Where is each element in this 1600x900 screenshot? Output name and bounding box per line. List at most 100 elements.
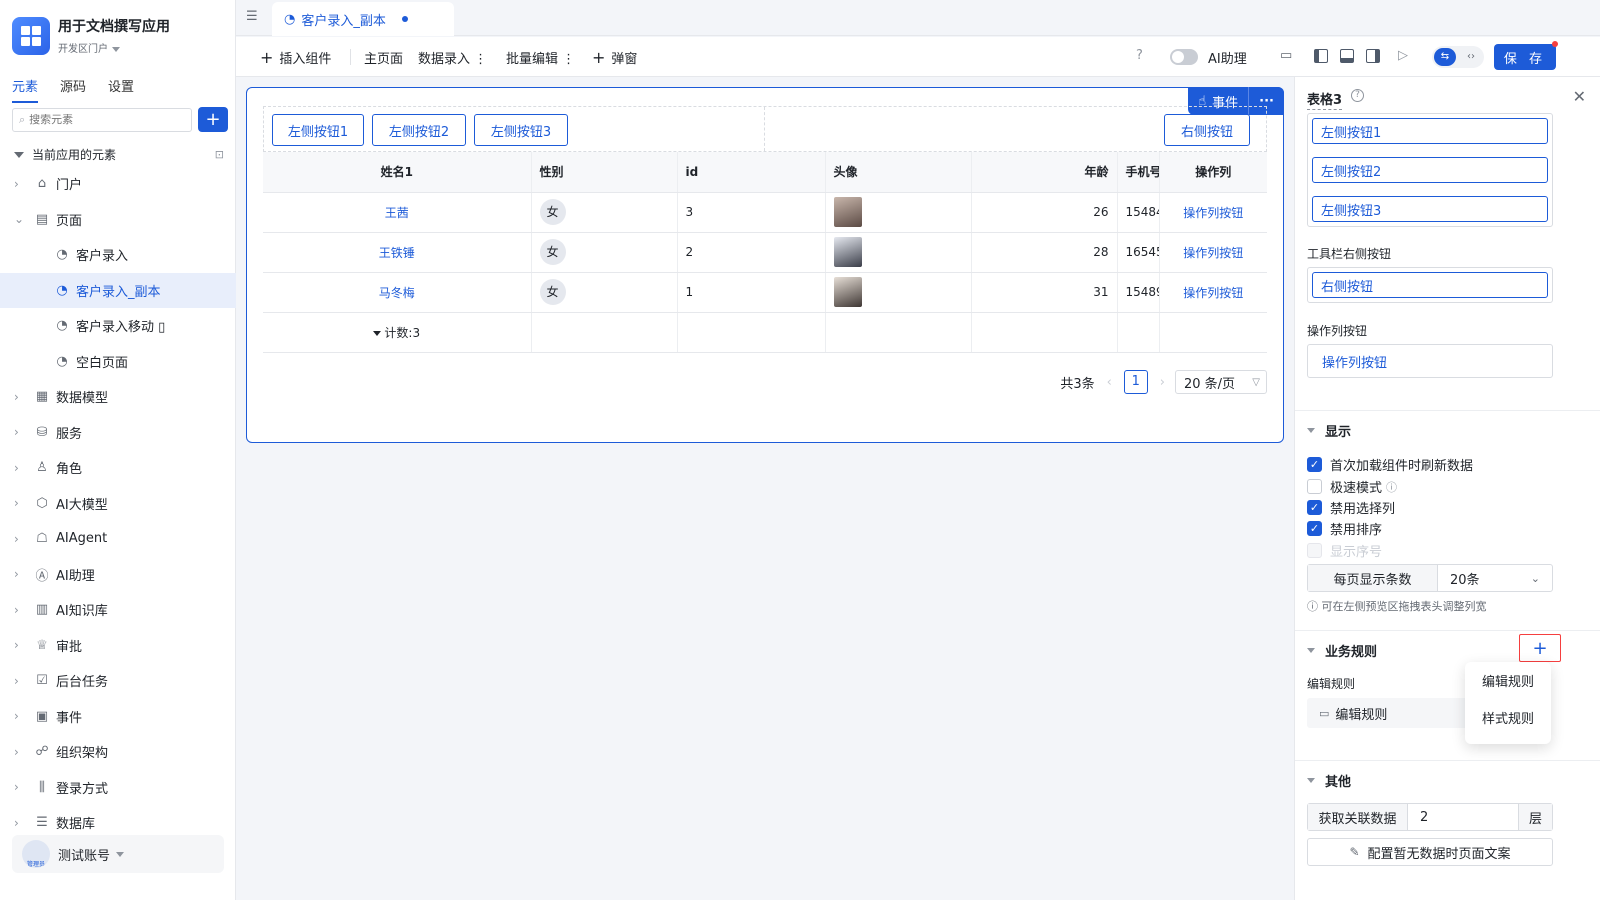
help-icon[interactable]: ? (1136, 48, 1143, 63)
user-menu[interactable]: 管理员 测试账号 (12, 835, 224, 873)
tab-customer-entry-copy[interactable]: ◔ 客户录入_副本 (272, 2, 454, 36)
menu-item-style-rule[interactable]: 样式规则 (1465, 699, 1551, 736)
mode-switch[interactable]: ⇆ ‹› (1432, 46, 1484, 68)
sidebar-item-blank-page[interactable]: ◔ 空白页面 (0, 344, 236, 380)
cell-name[interactable]: 王铁锤 (263, 232, 531, 273)
related-data-input[interactable]: 2 (1408, 804, 1518, 830)
empty-text-config-button[interactable]: ✎ 配置暂无数据时页面文案 (1307, 838, 1553, 866)
column-header-actions[interactable]: 操作列 (1158, 152, 1267, 193)
table-component[interactable]: ☝ 事件 ··· 左侧按钮1 左侧按钮2 左侧按钮3 右侧按钮 姓名1 性别 id… (246, 87, 1284, 443)
tab-source[interactable]: 源码 (60, 76, 86, 103)
design-mode-icon[interactable]: ⇆ (1434, 48, 1456, 66)
toolbar-right-label: 工具栏右侧按钮 (1307, 247, 1392, 261)
help-icon[interactable]: ? (1351, 89, 1364, 102)
page-icon: ◔ (284, 11, 296, 27)
collapse-sidebar-icon[interactable]: ☰ (246, 9, 258, 24)
page-1-button[interactable]: 1 (1123, 370, 1148, 394)
action-column-config[interactable]: 操作列按钮 (1307, 344, 1553, 378)
left-button-3-config[interactable]: 左侧按钮3 (1312, 196, 1548, 222)
env-selector[interactable]: 开发区门户 (58, 40, 170, 55)
sidebar-item-event[interactable]: › ▣ 事件 (0, 699, 236, 735)
add-element-button[interactable]: + (198, 107, 228, 132)
task-icon: ☑ (36, 673, 48, 689)
count-summary[interactable]: 计数:3 (263, 312, 531, 353)
column-header-name[interactable]: 姓名1 (263, 152, 531, 193)
next-page-icon[interactable]: › (1160, 375, 1165, 390)
sidebar-item-pages[interactable]: ⌄ ▤ 页面 (0, 202, 236, 238)
sidebar-item-login[interactable]: › ⫼ 登录方式 (0, 770, 236, 806)
left-button-1[interactable]: 左侧按钮1 (272, 114, 364, 146)
other-section-header[interactable]: 其他 (1307, 771, 1351, 790)
save-button[interactable]: 保 存 (1494, 44, 1556, 70)
popup-button[interactable]: + 弹窗 (592, 48, 637, 67)
app-header[interactable]: 用于文档撰写应用 开发区门户 (12, 16, 170, 55)
left-button-3[interactable]: 左侧按钮3 (474, 114, 568, 146)
disable-selection-checkbox[interactable]: ✓ 禁用选择列 (1307, 498, 1395, 517)
rules-section-header[interactable]: 业务规则 (1307, 641, 1377, 660)
sidebar-item-role[interactable]: › ♙ 角色 (0, 450, 236, 486)
cell-name[interactable]: 马冬梅 (263, 272, 531, 313)
sidebar-item-background-task[interactable]: › ☑ 后台任务 (0, 663, 236, 699)
menu-item-edit-rule[interactable]: 编辑规则 (1465, 662, 1551, 699)
sidebar-item-ai-agent[interactable]: › ☖ AIAgent (0, 521, 236, 557)
event-icon: ▣ (35, 708, 49, 724)
column-header-avatar[interactable]: 头像 (824, 152, 971, 193)
sidebar-item-data-model[interactable]: › ▦ 数据模型 (0, 379, 236, 415)
layout-icon[interactable]: ▭ (1280, 48, 1292, 63)
action-column-button[interactable]: 操作列按钮 (1158, 232, 1267, 273)
cell-avatar (824, 272, 971, 313)
column-header-id[interactable]: id (676, 152, 825, 193)
edit-rule-button[interactable]: ▭ 编辑规则 (1307, 698, 1477, 728)
sidebar-item-service[interactable]: › ⛁ 服务 (0, 415, 236, 451)
sidebar-item-portal[interactable]: › ⌂ 门户 (0, 166, 236, 202)
bottom-panel-icon[interactable] (1340, 49, 1354, 63)
column-header-gender[interactable]: 性别 (530, 152, 677, 193)
column-header-age[interactable]: 年龄 (970, 152, 1117, 193)
left-button-2[interactable]: 左侧按钮2 (372, 114, 466, 146)
left-button-1-config[interactable]: 左侧按钮1 (1312, 118, 1548, 144)
tab-settings[interactable]: 设置 (108, 76, 134, 103)
display-section-header[interactable]: 显示 (1307, 421, 1351, 440)
sidebar-item-ai-assistant[interactable]: › Ⓐ AI助理 (0, 557, 236, 593)
main-page-button[interactable]: 主页面 (364, 48, 403, 67)
refresh-on-load-checkbox[interactable]: ✓ 首次加载组件时刷新数据 (1307, 455, 1473, 474)
page-size-select[interactable]: 20 条/页 ▽ (1175, 370, 1267, 394)
sidebar-item-customer-entry-mobile[interactable]: ◔ 客户录入移动 ▯ (0, 308, 236, 344)
batch-edit-menu[interactable]: 批量编辑 ⋮ (506, 48, 575, 67)
column-header-phone[interactable]: 手机号 (1116, 152, 1159, 193)
search-input[interactable] (29, 114, 180, 126)
locate-icon[interactable]: ⊡ (215, 148, 224, 161)
disable-sort-checkbox[interactable]: ✓ 禁用排序 (1307, 519, 1382, 538)
action-column-button[interactable]: 操作列按钮 (1158, 272, 1267, 313)
add-rule-button[interactable]: + (1519, 634, 1561, 662)
right-panel-icon[interactable] (1366, 49, 1380, 63)
left-buttons-group: 左侧按钮1 左侧按钮2 左侧按钮3 (1307, 113, 1553, 227)
action-column-button[interactable]: 操作列按钮 (1158, 192, 1267, 233)
ai-assistant-label: AI助理 (1208, 52, 1247, 67)
page-size-dropdown[interactable]: 20条 ⌄ (1438, 565, 1552, 591)
sidebar-item-customer-entry-copy[interactable]: ◔ 客户录入_副本 (0, 272, 236, 308)
panel-title: 表格3 (1307, 89, 1343, 110)
cell-name[interactable]: 王茜 (263, 192, 531, 233)
fast-mode-checkbox[interactable]: 极速模式 ⓘ (1307, 477, 1397, 496)
left-panel-icon[interactable] (1314, 49, 1328, 63)
code-mode-icon[interactable]: ‹› (1460, 48, 1482, 66)
sidebar-item-ai-model[interactable]: › ⬡ AI大模型 (0, 486, 236, 522)
tab-elements[interactable]: 元素 (12, 76, 39, 103)
close-icon[interactable]: ✕ (1573, 87, 1586, 106)
right-button-config[interactable]: 右侧按钮 (1312, 272, 1548, 298)
divider (1295, 760, 1600, 761)
preview-play-icon[interactable]: ▷ (1398, 48, 1408, 63)
prev-page-icon[interactable]: ‹ (1107, 375, 1112, 390)
sidebar-item-approval[interactable]: › ♕ 审批 (0, 628, 236, 664)
data-entry-menu[interactable]: 数据录入 ⋮ (418, 48, 487, 67)
sidebar-item-ai-knowledge[interactable]: › ▥ AI知识库 (0, 592, 236, 628)
left-button-2-config[interactable]: 左侧按钮2 (1312, 157, 1548, 183)
tree-header[interactable]: 当前应用的元素 ⊡ (14, 146, 224, 163)
insert-component-button[interactable]: + 插入组件 (260, 48, 331, 67)
right-button[interactable]: 右侧按钮 (1164, 114, 1250, 146)
page-icon: ◔ (56, 318, 68, 334)
sidebar-item-customer-entry[interactable]: ◔ 客户录入 (0, 237, 236, 273)
sidebar-item-org[interactable]: › ☍ 组织架构 (0, 734, 236, 770)
ai-assistant-toggle[interactable] (1170, 49, 1198, 65)
